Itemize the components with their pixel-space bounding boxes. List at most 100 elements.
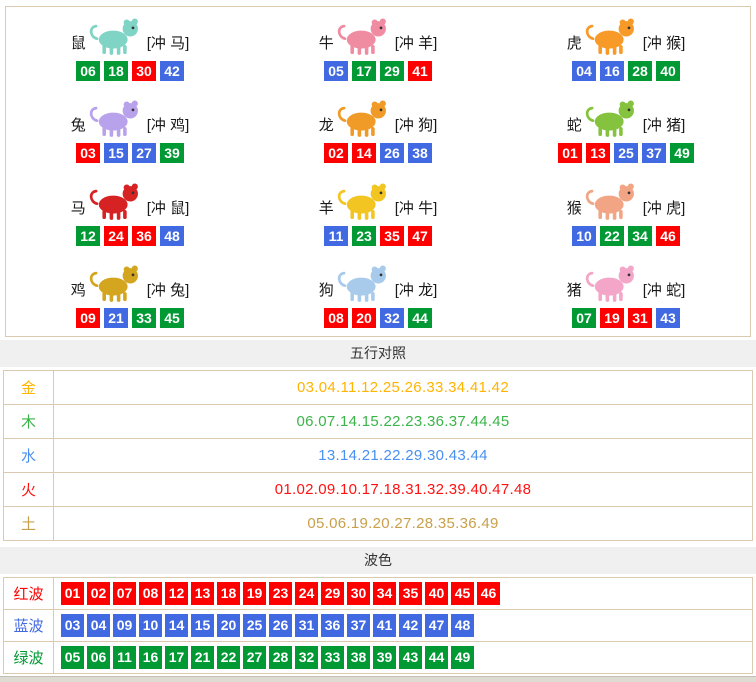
lottery-number-badge: 46 [477, 582, 500, 605]
lottery-number-badge: 40 [425, 582, 448, 605]
zodiac-name-label: 龙 [319, 116, 334, 136]
zodiac-cell-goat: 羊[冲 牛]11233547 [254, 172, 502, 254]
lottery-number-badge: 01 [61, 582, 84, 605]
lottery-number-badge: 24 [104, 226, 128, 246]
lottery-number-badge: 02 [324, 143, 348, 163]
lottery-number-badge: 09 [76, 308, 100, 328]
lottery-number-badge: 34 [628, 226, 652, 246]
zodiac-title-row: 鸡[冲 兔] [71, 262, 190, 304]
lottery-number-badge: 19 [600, 308, 624, 328]
zodiac-clash-label: [冲 鸡] [147, 116, 190, 136]
wuxing-title: 五行对照 [350, 345, 406, 361]
lottery-number-badge: 49 [451, 646, 474, 669]
zodiac-title-row: 龙 [冲 狗] [319, 97, 438, 139]
lottery-number-badge: 13 [586, 143, 610, 163]
wave-number-row: 0102070812131819232429303435404546 [61, 582, 752, 605]
lottery-number-badge: 06 [87, 646, 110, 669]
lottery-number-badge: 25 [614, 143, 638, 163]
zodiac-name-label: 虎 [567, 34, 582, 54]
zodiac-number-row: 05172941 [324, 61, 432, 81]
wave-label: 蓝波 [4, 610, 54, 642]
pig-icon [584, 262, 638, 304]
lottery-number-badge: 26 [380, 143, 404, 163]
zodiac-title-row: 虎 [冲 猴] [567, 15, 686, 57]
zodiac-clash-label: [冲 虎] [643, 199, 686, 219]
zodiac-name-label: 猪 [567, 281, 582, 301]
zodiac-cell-tiger: 虎 [冲 猴] 04162840 [502, 7, 750, 89]
lottery-number-badge: 21 [104, 308, 128, 328]
lottery-number-badge: 47 [408, 226, 432, 246]
zodiac-name-label: 鸡 [71, 281, 86, 301]
ox-icon [336, 15, 390, 57]
lottery-number-badge: 10 [572, 226, 596, 246]
lottery-number-badge: 16 [600, 61, 624, 81]
lottery-number-badge: 48 [160, 226, 184, 246]
lottery-number-badge: 44 [408, 308, 432, 328]
zodiac-clash-label: [冲 狗] [395, 116, 438, 136]
lottery-number-badge: 45 [451, 582, 474, 605]
zodiac-cell-rat: 鼠[冲 马] 06183042 [6, 7, 254, 89]
zodiac-title-row: 马[冲 鼠] [71, 180, 190, 222]
lottery-number-badge: 16 [139, 646, 162, 669]
lottery-number-badge: 06 [76, 61, 100, 81]
zodiac-number-row: 09213345 [76, 308, 184, 328]
zodiac-clash-label: [冲 猴] [643, 34, 686, 54]
zodiac-name-label: 马 [71, 199, 86, 219]
lottery-number-badge: 43 [656, 308, 680, 328]
zodiac-cell-dragon: 龙[冲 狗]02142638 [254, 89, 502, 171]
lottery-number-badge: 23 [269, 582, 292, 605]
lottery-number-badge: 21 [191, 646, 214, 669]
zodiac-title-row: 猴[冲 虎] [567, 180, 686, 222]
lottery-number-badge: 36 [321, 614, 344, 637]
lottery-number-badge: 33 [132, 308, 156, 328]
zodiac-grid: 鼠[冲 马]06183042牛[冲 羊]05172941虎[冲 猴]041628… [5, 6, 751, 337]
element-label: 火 [4, 473, 54, 507]
lottery-number-badge: 19 [243, 582, 266, 605]
tiger-icon [584, 15, 638, 57]
element-label: 水 [4, 439, 54, 473]
lottery-number-badge: 27 [243, 646, 266, 669]
lottery-number-badge: 11 [324, 226, 348, 246]
zodiac-title-row: 鼠[冲 马] [71, 15, 190, 57]
bose-row-green-wave: 绿波05061116172122272832333839434449 [4, 642, 753, 674]
element-label: 金 [4, 371, 54, 405]
zodiac-number-row: 12243648 [76, 226, 184, 246]
zodiac-title-row: 羊[冲 牛] [319, 180, 438, 222]
zodiac-reference-page: 鼠[冲 马]06183042牛[冲 羊]05172941虎[冲 猴]041628… [0, 0, 756, 682]
element-numbers: 03.04.11.12.25.26.33.34.41.42 [54, 371, 753, 405]
lottery-number-badge: 39 [160, 143, 184, 163]
zodiac-cell-rooster: 鸡[冲 兔] 09213345 [6, 254, 254, 336]
lottery-number-badge: 33 [321, 646, 344, 669]
lottery-number-badge: 20 [352, 308, 376, 328]
wuxing-row-earth: 土05.06.19.20.27.28.35.36.49 [4, 507, 753, 541]
zodiac-clash-label: [冲 龙] [395, 281, 438, 301]
bose-table: 红波0102070812131819232429303435404546蓝波03… [3, 577, 753, 674]
bose-section-header: 波色 [0, 547, 756, 574]
zodiac-title-row: 猪[冲 蛇] [567, 262, 686, 304]
lottery-number-badge: 04 [87, 614, 110, 637]
zodiac-title-row: 兔 [冲 鸡] [71, 97, 190, 139]
lottery-number-badge: 05 [324, 61, 348, 81]
lottery-number-badge: 12 [76, 226, 100, 246]
lottery-number-badge: 43 [399, 646, 422, 669]
snake-icon [584, 97, 638, 139]
lottery-number-badge: 30 [347, 582, 370, 605]
wuxing-row-gold: 金03.04.11.12.25.26.33.34.41.42 [4, 371, 753, 405]
lottery-number-badge: 41 [408, 61, 432, 81]
zodiac-number-row: 06183042 [76, 61, 184, 81]
horse-icon [88, 180, 142, 222]
zodiac-clash-label: [冲 牛] [395, 199, 438, 219]
rooster-icon [88, 262, 142, 304]
lottery-number-badge: 35 [399, 582, 422, 605]
lottery-number-badge: 17 [165, 646, 188, 669]
lottery-number-badge: 47 [425, 614, 448, 637]
lottery-number-badge: 31 [295, 614, 318, 637]
lottery-number-badge: 03 [76, 143, 100, 163]
zodiac-number-row: 04162840 [572, 61, 680, 81]
lottery-number-badge: 31 [628, 308, 652, 328]
zodiac-name-label: 兔 [71, 116, 86, 136]
zodiac-number-row: 07193143 [572, 308, 680, 328]
wuxing-table: 金03.04.11.12.25.26.33.34.41.42木06.07.14.… [3, 370, 753, 541]
wave-number-row: 03040910141520252631363741424748 [61, 614, 752, 637]
lottery-number-badge: 02 [87, 582, 110, 605]
